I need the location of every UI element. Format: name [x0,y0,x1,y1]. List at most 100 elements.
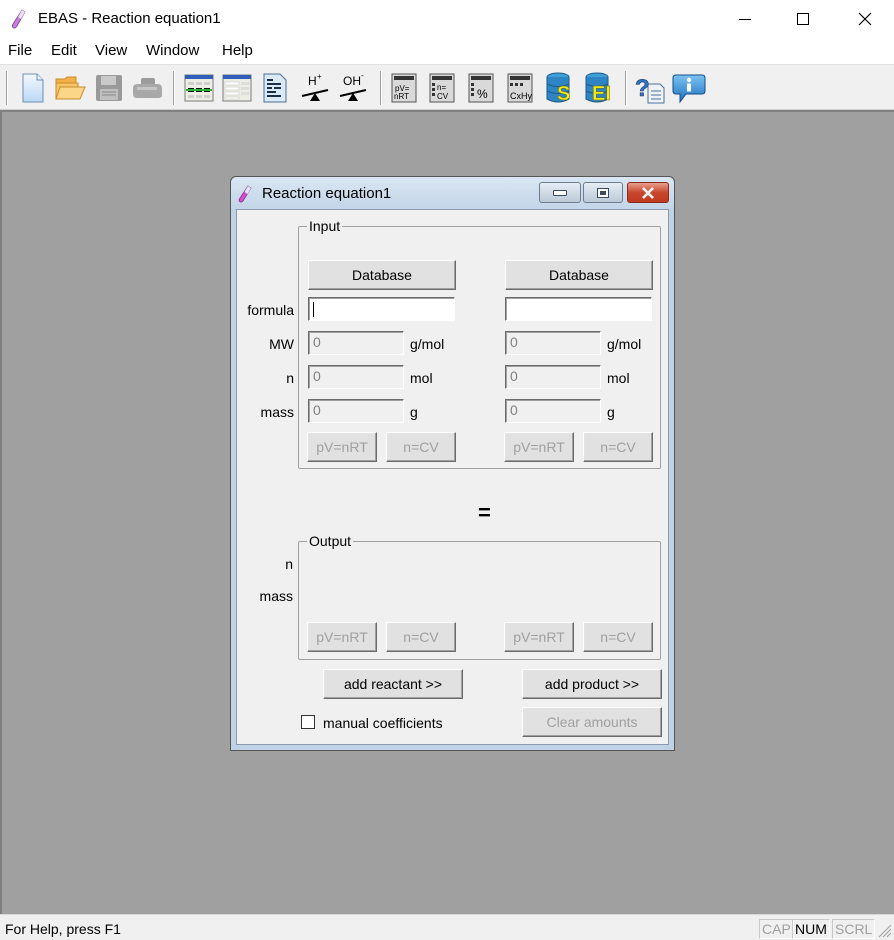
menu-bar: File Edit View Window Help [0,38,894,64]
clear-amounts-button[interactable]: Clear amounts [522,707,662,737]
context-help-button[interactable]: ? [633,71,667,105]
mw-field-product[interactable]: 0 [505,331,601,355]
print-button[interactable] [130,71,164,105]
resize-grip-icon[interactable] [876,922,892,938]
output-group-label: Output [307,533,354,549]
report-button[interactable] [258,71,292,105]
manual-coefficients-label[interactable]: manual coefficients [323,715,443,731]
mw-label: MW [269,336,294,352]
calc-pv-nrt-button[interactable]: pV= nRT [387,71,421,105]
maximize-icon [797,13,809,25]
menu-window[interactable]: Window [146,42,199,59]
toolbar-separator [625,71,627,105]
calc-cxhy-button[interactable]: CxHy [503,71,537,105]
open-folder-icon [55,76,86,100]
about-button[interactable] [672,71,706,105]
info-icon [672,74,706,104]
print-icon [133,78,162,98]
database-button-product[interactable]: Database [505,260,653,290]
status-text: For Help, press F1 [5,921,121,937]
child-window-title: Reaction equation1 [262,185,392,202]
new-document-icon [22,73,44,103]
minimize-icon [553,189,567,196]
add-reactant-button[interactable]: add reactant >> [323,669,463,699]
toolbar-grip[interactable] [6,71,8,105]
input-group-label: Input [307,218,343,234]
menu-edit[interactable]: Edit [51,42,77,59]
child-minimize-button[interactable] [539,182,581,203]
mass-field-product[interactable]: 0 [505,399,601,423]
formula-input-product[interactable] [505,297,652,321]
svg-text:OH: OH [343,74,361,88]
minimize-button[interactable] [716,0,774,38]
mass-field-reactant[interactable]: 0 [308,399,404,423]
reaction-equation-icon [184,74,214,102]
toolbar: H + OH - pV= nRT n= CV % CxHy S EI ? [0,64,894,110]
output-n-cv-button-reactant[interactable]: n=CV [386,622,456,652]
output-n-label: n [285,556,293,572]
n-cv-button-product[interactable]: n=CV [583,432,653,462]
new-button[interactable] [16,71,50,105]
save-button[interactable] [92,71,126,105]
calc-percent-button[interactable]: % [464,71,498,105]
database-button-reactant[interactable]: Database [308,260,456,290]
svg-text:?: ? [635,75,650,102]
base-balance-icon: OH - [339,72,367,101]
pv-nrt-button-product[interactable]: pV=nRT [504,432,574,462]
num-lock-indicator: NUM [792,919,830,939]
menu-help[interactable]: Help [222,42,253,59]
n-cv-button-reactant[interactable]: n=CV [386,432,456,462]
menu-file[interactable]: File [8,42,32,59]
pv-nrt-button-reactant[interactable]: pV=nRT [307,432,377,462]
calc-n-cv-button[interactable]: n= CV [425,71,459,105]
output-mass-label: mass [259,588,293,604]
toolbar-separator [173,71,175,105]
mw-unit: g/mol [410,336,445,352]
svg-text:EI: EI [592,83,611,104]
calc-percent-icon: % [468,73,494,103]
n-field-product[interactable]: 0 [505,365,601,389]
child-title-bar[interactable]: Reaction equation1 [231,177,674,209]
base-balance-button[interactable]: OH - [336,71,370,105]
substance-database-button[interactable]: S [543,71,577,105]
open-button[interactable] [53,71,87,105]
database-s-icon: S [546,72,571,104]
svg-text:+: + [317,72,322,81]
test-tube-icon [238,185,252,203]
output-n-cv-button-product[interactable]: n=CV [583,622,653,652]
save-icon [96,75,122,101]
output-pv-nrt-button-product[interactable]: pV=nRT [504,622,574,652]
mw-unit: g/mol [607,336,642,352]
add-product-button[interactable]: add product >> [522,669,662,699]
calc-n-cv-icon: n= CV [429,73,455,103]
acid-balance-button[interactable]: H + [298,71,332,105]
n-label: n [286,370,294,386]
close-icon [642,186,654,199]
child-close-button[interactable] [627,182,669,203]
acid-balance-icon: H + [301,72,329,101]
window-title: EBAS - Reaction equation1 [38,10,221,27]
manual-coefficients-checkbox[interactable] [301,715,315,729]
close-button[interactable] [836,0,894,38]
output-pv-nrt-button-reactant[interactable]: pV=nRT [307,622,377,652]
element-database-button[interactable]: EI [582,71,616,105]
ebas-application: EBAS - Reaction equation1 File Edit View… [0,0,894,940]
svg-text:nRT: nRT [394,92,409,101]
table-icon [222,74,252,102]
mw-field-reactant[interactable]: 0 [308,331,404,355]
help-icon: ? [635,75,665,104]
calc-pv-nrt-icon: pV= nRT [391,73,417,103]
svg-text:H: H [308,74,317,88]
n-field-reactant[interactable]: 0 [308,365,404,389]
child-restore-button[interactable] [583,182,623,203]
formula-input-reactant[interactable] [308,297,455,321]
menu-view[interactable]: View [95,42,127,59]
reaction-window-button[interactable] [182,71,216,105]
caps-lock-indicator: CAP [759,919,794,939]
maximize-button[interactable] [774,0,832,38]
mass-label: mass [260,404,294,420]
svg-text:n=: n= [437,83,446,92]
mass-unit: g [607,404,615,420]
table-button[interactable] [220,71,254,105]
svg-text:CV: CV [437,92,449,101]
